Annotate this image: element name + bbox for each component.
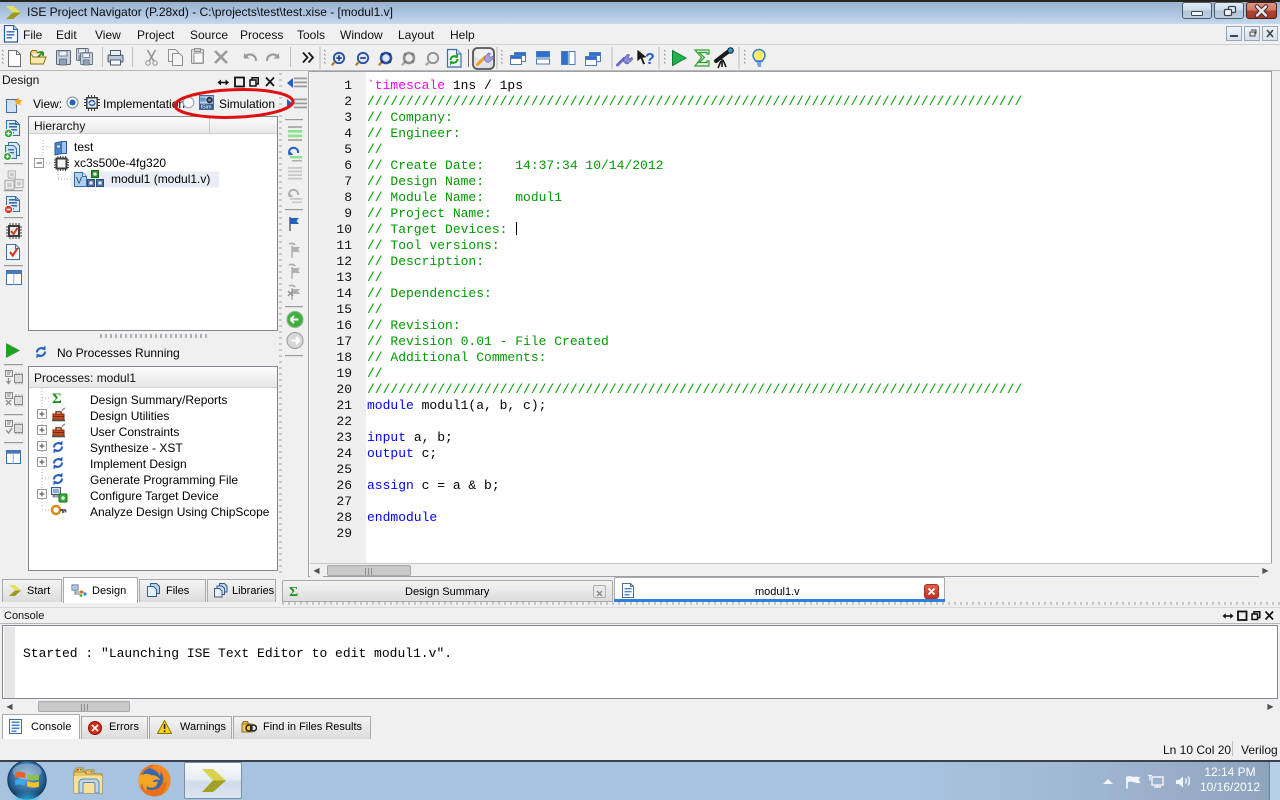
svg-text:ISim: ISim [201,105,212,111]
svg-text:?: ? [645,51,655,68]
svg-text:Σ: Σ [289,585,298,598]
svg-text:Σ: Σ [52,391,62,407]
svg-text:V: V [76,176,82,186]
